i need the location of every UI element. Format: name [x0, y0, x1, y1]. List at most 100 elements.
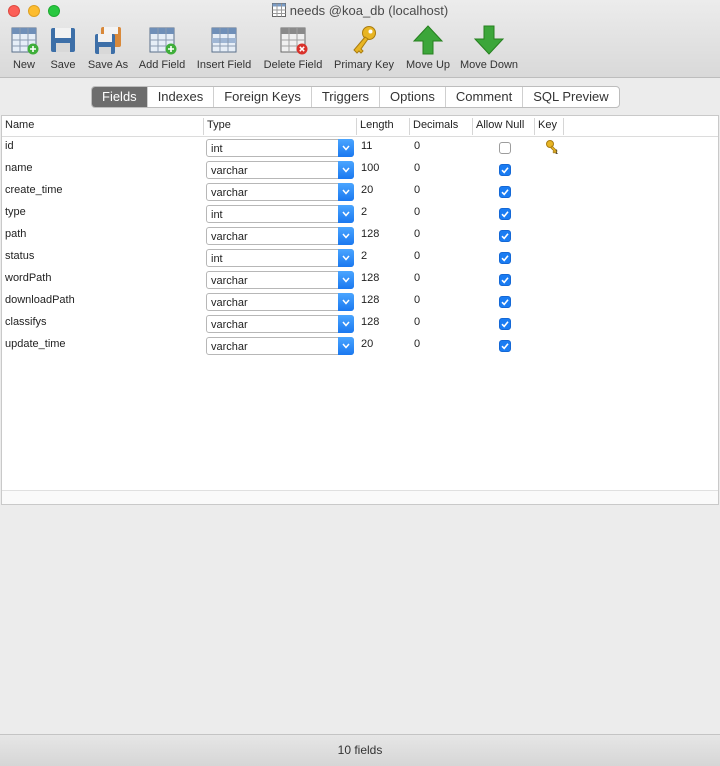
field-length-cell[interactable]: 20 — [361, 184, 373, 196]
primary-key-button[interactable]: Primary Key — [332, 24, 396, 71]
field-length-cell[interactable]: 11 — [361, 140, 372, 152]
chevron-down-icon[interactable] — [338, 293, 354, 311]
insert-field-button[interactable]: Insert Field — [194, 24, 254, 71]
field-name-cell[interactable]: wordPath — [5, 272, 51, 284]
chevron-down-icon[interactable] — [338, 183, 354, 201]
delete-field-button[interactable]: Delete Field — [261, 24, 325, 71]
field-type-select[interactable]: varchar — [206, 315, 354, 333]
field-decimals-cell[interactable]: 0 — [414, 184, 420, 196]
field-name-cell[interactable]: type — [5, 206, 26, 218]
field-length-cell[interactable]: 2 — [361, 250, 367, 262]
allow-null-checkbox[interactable] — [499, 340, 511, 352]
save-as-button[interactable]: Save As — [86, 24, 130, 71]
tab-triggers[interactable]: Triggers — [312, 87, 381, 107]
field-length-cell[interactable]: 128 — [361, 272, 379, 284]
new-button[interactable]: New — [6, 24, 42, 71]
column-divider[interactable] — [472, 118, 473, 135]
field-decimals-cell[interactable]: 0 — [414, 250, 420, 262]
allow-null-checkbox[interactable] — [499, 230, 511, 242]
field-name-cell[interactable]: id — [5, 140, 14, 152]
table-row[interactable]: wordPath varchar 128 0 — [2, 269, 718, 291]
allow-null-checkbox[interactable] — [499, 318, 511, 330]
allow-null-checkbox[interactable] — [499, 274, 511, 286]
table-row[interactable]: id int 11 0 1 — [2, 137, 718, 159]
field-type-select[interactable]: varchar — [206, 337, 354, 355]
field-type-select[interactable]: varchar — [206, 183, 354, 201]
column-divider[interactable] — [203, 118, 204, 135]
column-divider[interactable] — [563, 118, 564, 135]
column-header-type[interactable]: Type — [207, 119, 231, 131]
field-length-cell[interactable]: 2 — [361, 206, 367, 218]
field-decimals-cell[interactable]: 0 — [414, 338, 420, 350]
move-up-button[interactable]: Move Up — [404, 24, 452, 71]
field-decimals-cell[interactable]: 0 — [414, 272, 420, 284]
field-name-cell[interactable]: status — [5, 250, 34, 262]
column-header-name[interactable]: Name — [5, 119, 34, 131]
table-row[interactable]: downloadPath varchar 128 0 — [2, 291, 718, 313]
tab-fields[interactable]: Fields — [92, 87, 148, 107]
field-decimals-cell[interactable]: 0 — [414, 228, 420, 240]
allow-null-checkbox[interactable] — [499, 208, 511, 220]
field-length-cell[interactable]: 20 — [361, 338, 373, 350]
chevron-down-icon[interactable] — [338, 315, 354, 333]
table-row[interactable]: update_time varchar 20 0 — [2, 335, 718, 357]
field-length-cell[interactable]: 128 — [361, 228, 379, 240]
chevron-down-icon[interactable] — [338, 271, 354, 289]
field-name-cell[interactable]: update_time — [5, 338, 66, 350]
table-row[interactable]: create_time varchar 20 0 — [2, 181, 718, 203]
field-decimals-cell[interactable]: 0 — [414, 316, 420, 328]
tab-sql-preview[interactable]: SQL Preview — [523, 87, 618, 107]
chevron-down-icon[interactable] — [338, 139, 354, 157]
field-length-cell[interactable]: 100 — [361, 162, 379, 174]
field-type-select[interactable]: varchar — [206, 271, 354, 289]
tab-indexes[interactable]: Indexes — [148, 87, 215, 107]
chevron-down-icon[interactable] — [338, 249, 354, 267]
chevron-down-icon[interactable] — [338, 337, 354, 355]
field-name-cell[interactable]: create_time — [5, 184, 62, 196]
column-header-allow-null[interactable]: Allow Null — [476, 119, 524, 131]
field-type-select[interactable]: int — [206, 139, 354, 157]
field-type-value: varchar — [211, 165, 248, 177]
field-name-cell[interactable]: name — [5, 162, 33, 174]
field-type-select[interactable]: varchar — [206, 293, 354, 311]
horizontal-scrollbar[interactable] — [2, 490, 718, 504]
field-name-cell[interactable]: classifys — [5, 316, 47, 328]
chevron-down-icon[interactable] — [338, 227, 354, 245]
field-decimals-cell[interactable]: 0 — [414, 294, 420, 306]
column-divider[interactable] — [534, 118, 535, 135]
add-field-button[interactable]: Add Field — [136, 24, 188, 71]
field-decimals-cell[interactable]: 0 — [414, 140, 420, 152]
tab-foreign-keys[interactable]: Foreign Keys — [214, 87, 312, 107]
chevron-down-icon[interactable] — [338, 161, 354, 179]
allow-null-checkbox[interactable] — [499, 252, 511, 264]
column-divider[interactable] — [356, 118, 357, 135]
field-decimals-cell[interactable]: 0 — [414, 162, 420, 174]
table-row[interactable]: name varchar 100 0 — [2, 159, 718, 181]
table-row[interactable]: status int 2 0 — [2, 247, 718, 269]
allow-null-checkbox[interactable] — [499, 186, 511, 198]
field-type-select[interactable]: varchar — [206, 161, 354, 179]
field-name-cell[interactable]: downloadPath — [5, 294, 75, 306]
column-header-key[interactable]: Key — [538, 119, 557, 131]
column-header-decimals[interactable]: Decimals — [413, 119, 458, 131]
save-button[interactable]: Save — [46, 24, 80, 71]
tab-options[interactable]: Options — [380, 87, 446, 107]
column-divider[interactable] — [409, 118, 410, 135]
allow-null-checkbox[interactable] — [499, 142, 511, 154]
chevron-down-icon[interactable] — [338, 205, 354, 223]
field-decimals-cell[interactable]: 0 — [414, 206, 420, 218]
table-row[interactable]: classifys varchar 128 0 — [2, 313, 718, 335]
field-name-cell[interactable]: path — [5, 228, 26, 240]
table-row[interactable]: type int 2 0 — [2, 203, 718, 225]
field-length-cell[interactable]: 128 — [361, 316, 379, 328]
move-down-button[interactable]: Move Down — [458, 24, 520, 71]
column-header-length[interactable]: Length — [360, 119, 394, 131]
allow-null-checkbox[interactable] — [499, 296, 511, 308]
field-type-select[interactable]: varchar — [206, 227, 354, 245]
table-row[interactable]: path varchar 128 0 — [2, 225, 718, 247]
field-type-select[interactable]: int — [206, 249, 354, 267]
tab-comment[interactable]: Comment — [446, 87, 524, 107]
allow-null-checkbox[interactable] — [499, 164, 511, 176]
field-type-select[interactable]: int — [206, 205, 354, 223]
field-length-cell[interactable]: 128 — [361, 294, 379, 306]
